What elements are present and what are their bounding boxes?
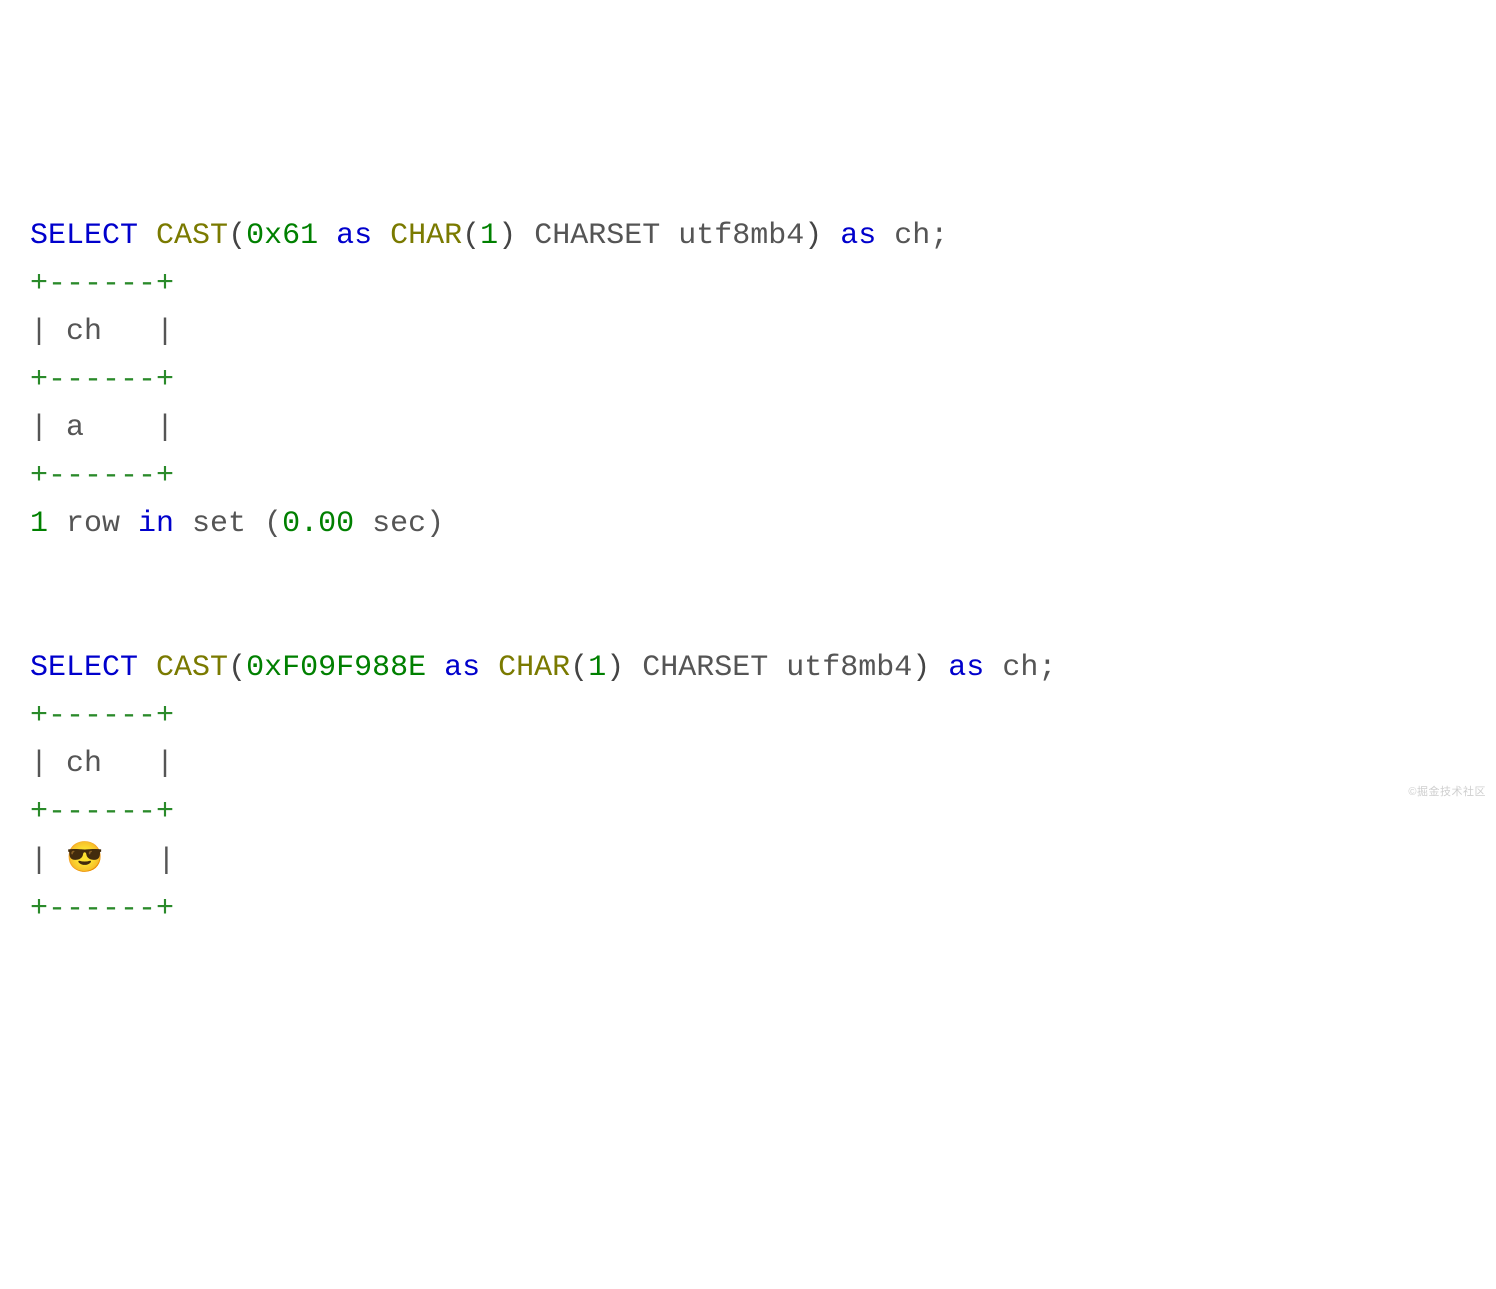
keyword-as: as [336,219,372,253]
keyword-as-2: as [948,651,984,685]
table-row-post: | [103,844,175,878]
keyword-cast: CAST [156,219,228,253]
paren-close: ) [804,219,822,253]
paren-open-2: ( [462,219,480,253]
table-header: | ch | [30,747,174,781]
table-row: | a | [30,411,174,445]
paren-close-2: ) [606,651,624,685]
keyword-as: as [444,651,480,685]
charset-clause: CHARSET utf8mb4 [516,219,804,253]
status-text: sec) [354,507,444,541]
paren-open: ( [228,651,246,685]
keyword-in: in [138,507,174,541]
charset-clause: CHARSET utf8mb4 [624,651,912,685]
paren-close: ) [912,651,930,685]
sql-block-1: SELECT CAST(0x61 as CHAR(1) CHARSET utf8… [30,212,1466,933]
char-length: 1 [480,219,498,253]
table-header: | ch | [30,315,174,349]
keyword-char: CHAR [498,651,570,685]
paren-open: ( [228,219,246,253]
sunglasses-emoji-icon: 😎 [66,836,103,884]
alias: ch; [876,219,948,253]
table-border: +------+ [30,795,174,829]
table-border: +------+ [30,892,174,926]
keyword-cast: CAST [156,651,228,685]
hex-literal: 0x61 [246,219,318,253]
table-border: +------+ [30,699,174,733]
table-border: +------+ [30,267,174,301]
elapsed-time: 0.00 [282,507,354,541]
paren-open-2: ( [570,651,588,685]
alias: ch; [984,651,1056,685]
table-border: +------+ [30,459,174,493]
row-count: 1 [30,507,48,541]
hex-literal: 0xF09F988E [246,651,426,685]
keyword-select: SELECT [30,651,138,685]
table-row-pre: | [30,844,66,878]
watermark: ©掘金技术社区 [1408,784,1486,802]
keyword-char: CHAR [390,219,462,253]
status-text: row [48,507,138,541]
keyword-as-2: as [840,219,876,253]
table-border: +------+ [30,363,174,397]
char-length: 1 [588,651,606,685]
keyword-select: SELECT [30,219,138,253]
paren-close-2: ) [498,219,516,253]
status-text: set ( [174,507,282,541]
